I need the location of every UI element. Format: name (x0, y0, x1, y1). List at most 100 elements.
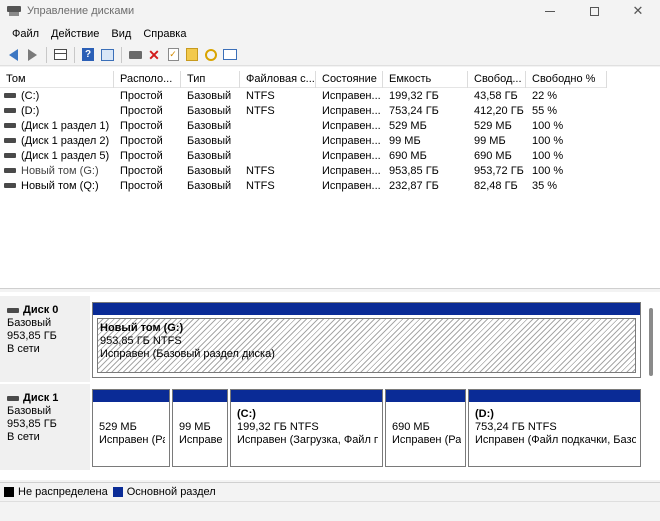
unallocated-swatch (4, 486, 14, 497)
volume-name: (Диск 1 раздел 5) (21, 150, 110, 162)
volume-type: Базовый (187, 180, 232, 192)
volume-free-percent: 35 % (532, 180, 558, 192)
close-icon: ✕ (632, 3, 644, 18)
primary-partition-swatch (112, 486, 123, 497)
partition-disk1-2[interactable]: 99 МБ Исправен (172, 389, 228, 467)
partition-disk1-1[interactable]: 529 МБ Исправен (Ра (92, 389, 170, 467)
disk-size: 953,85 ГБ (7, 418, 57, 430)
partition-title: (C:) (237, 408, 256, 420)
properties-button[interactable] (221, 46, 239, 64)
minimize-icon (545, 10, 555, 12)
partition-status: Исправен (Раз (392, 434, 461, 446)
volume-capacity: 953,85 ГБ (389, 165, 439, 177)
column-header-capacity[interactable]: Емкость (383, 71, 468, 88)
minimize-button[interactable] (528, 0, 572, 22)
disk-0-label[interactable]: Диск 0 Базовый 953,85 ГБ В сети (0, 296, 90, 382)
delete-button[interactable]: ✕ (145, 46, 163, 64)
partition-size: 753,24 ГБ NTFS (475, 421, 557, 433)
forward-button[interactable] (23, 46, 41, 64)
volume-name-cell: (Диск 1 раздел 1) (0, 119, 114, 134)
back-button[interactable] (4, 46, 22, 64)
partition-body: (C:) 199,32 ГБ NTFS Исправен (Загрузка, … (235, 405, 378, 462)
volume-free-percent: 100 % (532, 165, 564, 177)
show-hide-tree-button[interactable] (51, 46, 69, 64)
volume-capacity: 232,87 ГБ (389, 180, 439, 192)
volume-name: (Диск 1 раздел 2) (21, 135, 110, 147)
menu-help[interactable]: Справка (137, 28, 192, 40)
check-button[interactable]: ✓ (164, 46, 182, 64)
column-header-free[interactable]: Свобод... (468, 71, 526, 88)
volume-row[interactable]: (D:) Простой Базовый NTFS Исправен... 75… (0, 104, 607, 119)
partition-size: 953,85 ГБ NTFS (100, 335, 182, 347)
disk-1-label[interactable]: Диск 1 Базовый 953,85 ГБ В сети (0, 384, 90, 470)
volume-icon (4, 107, 16, 113)
menu-action[interactable]: Действие (45, 28, 105, 40)
volume-row[interactable]: Новый том (G:) Простой Базовый NTFS Испр… (0, 164, 607, 179)
up-folder-icon (186, 48, 198, 61)
disk-name: Диск 0 (23, 304, 59, 316)
column-header-volume[interactable]: Том (0, 71, 114, 88)
volume-filesystem (240, 149, 316, 164)
volume-type: Базовый (187, 90, 232, 102)
volume-capacity: 529 МБ (389, 120, 427, 132)
title-bar: Управление дисками ✕ (0, 0, 660, 22)
column-header-free-percent[interactable]: Свободно % (526, 71, 607, 88)
volume-row[interactable]: (Диск 1 раздел 1) Простой Базовый Исправ… (0, 119, 607, 134)
volume-name-cell: (Диск 1 раздел 5) (0, 149, 114, 164)
help-button[interactable]: ? (79, 46, 97, 64)
partition-body: (D:) 753,24 ГБ NTFS Исправен (Файл подка… (473, 405, 636, 462)
partition-size: 690 МБ (392, 421, 430, 433)
properties-icon (223, 49, 237, 60)
close-button[interactable]: ✕ (616, 0, 660, 22)
volume-row[interactable]: (Диск 1 раздел 2) Простой Базовый Исправ… (0, 134, 607, 149)
column-header-type[interactable]: Тип (181, 71, 240, 88)
volume-row[interactable]: (Диск 1 раздел 5) Простой Базовый Исправ… (0, 149, 607, 164)
volume-free: 953,72 ГБ (474, 165, 524, 177)
menu-view[interactable]: Вид (105, 28, 137, 40)
maximize-button[interactable] (572, 0, 616, 22)
partition-d[interactable]: (D:) 753,24 ГБ NTFS Исправен (Файл подка… (468, 389, 641, 467)
partition-status: Исправен (Файл подкачки, Базов (475, 434, 636, 446)
volume-free: 82,48 ГБ (474, 180, 518, 192)
volume-capacity: 199,32 ГБ (389, 90, 439, 102)
partition-g[interactable]: Новый том (G:) 953,85 ГБ NTFS Исправен (… (92, 302, 641, 378)
partition-status: Исправен (Базовый раздел диска) (100, 348, 275, 360)
partition-status: Исправен (179, 434, 223, 446)
volume-layout: Простой (120, 105, 163, 117)
toolbar: ? ✕ ✓ (0, 44, 660, 66)
volume-filesystem: NTFS (246, 180, 275, 192)
volume-filesystem: NTFS (246, 105, 275, 117)
find-icon (205, 48, 217, 61)
volume-type: Базовый (187, 105, 232, 117)
disk-state: В сети (7, 431, 40, 443)
partition-c[interactable]: (C:) 199,32 ГБ NTFS Исправен (Загрузка, … (230, 389, 383, 467)
disk-kind: Базовый (7, 405, 52, 417)
volume-icon (4, 92, 16, 98)
vertical-scrollbar[interactable] (649, 308, 653, 376)
disk-size: 953,85 ГБ (7, 330, 57, 342)
column-header-layout[interactable]: Располо... (114, 71, 181, 88)
partition-body: 690 МБ Исправен (Раз (390, 405, 461, 462)
column-header-filesystem[interactable]: Файловая с... (240, 71, 316, 88)
partition-disk1-5[interactable]: 690 МБ Исправен (Раз (385, 389, 466, 467)
partition-title: (D:) (475, 408, 494, 420)
legend-unallocated: Не распределена (18, 485, 108, 498)
up-folder-button[interactable] (183, 46, 201, 64)
volume-free: 529 МБ (474, 120, 512, 132)
console-view-button[interactable] (98, 46, 116, 64)
connect-disk-button[interactable] (126, 46, 144, 64)
volume-type: Базовый (187, 135, 232, 147)
volume-icon (4, 152, 16, 158)
disk-icon (7, 308, 19, 313)
toolbar-separator (121, 46, 122, 63)
menu-file[interactable]: Файл (6, 28, 45, 40)
volume-row[interactable]: (C:) Простой Базовый NTFS Исправен... 19… (0, 89, 607, 104)
volume-layout: Простой (120, 135, 163, 147)
disk-icon (7, 396, 19, 401)
volume-row[interactable]: Новый том (Q:) Простой Базовый NTFS Испр… (0, 179, 607, 194)
find-button[interactable] (202, 46, 220, 64)
column-header-status[interactable]: Состояние (316, 71, 383, 88)
volume-status: Исправен... (322, 90, 381, 102)
help-icon: ? (82, 48, 94, 61)
toolbar-separator (74, 46, 75, 63)
